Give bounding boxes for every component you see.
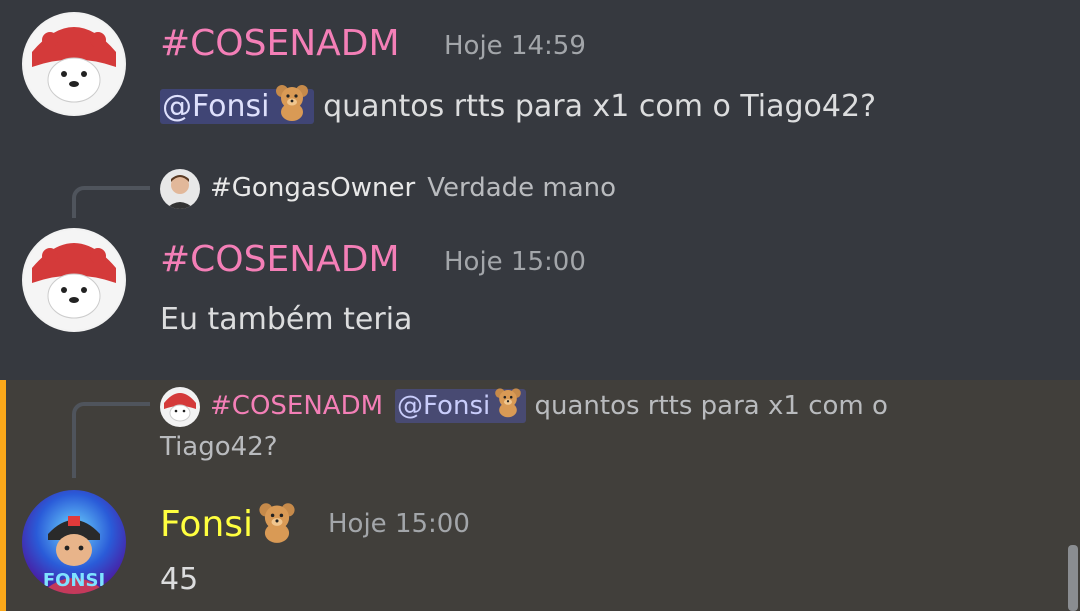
message-timestamp: Hoje 14:59 [444, 31, 586, 61]
user-mention[interactable]: @Fonsi [395, 386, 527, 423]
reply-text: quantos rtts para x1 com o [526, 391, 888, 421]
message-text: quantos rtts para x1 com o Tiago42? [313, 89, 877, 124]
message-author[interactable]: #COSENADM [160, 238, 400, 282]
mention-highlight-bar [0, 380, 6, 611]
avatar[interactable] [22, 12, 126, 116]
chat-messages: #COSENADM Hoje 14:59 @Fonsi quantos rtts… [0, 0, 1080, 611]
svg-text:FONSI: FONSI [43, 570, 105, 591]
reply-author[interactable]: #COSENADM [210, 391, 383, 421]
reply-author[interactable]: #GongasOwner [210, 173, 415, 203]
message-text: Eu também teria [160, 302, 413, 337]
scrollbar[interactable] [1068, 545, 1078, 611]
avatar[interactable]: FONSI [22, 490, 126, 594]
teddy-bear-icon [255, 500, 299, 544]
user-mention[interactable]: @Fonsi [160, 85, 314, 124]
reply-text: Verdade mano [427, 173, 617, 203]
message-timestamp: Hoje 15:00 [444, 247, 586, 277]
reply-reference[interactable]: #GongasOwner Verdade mano [160, 168, 616, 209]
message-author[interactable]: #COSENADM [160, 22, 400, 66]
reply-text: Tiago42? [160, 431, 278, 462]
message-timestamp: Hoje 15:00 [328, 509, 470, 539]
author-label: Fonsi [160, 504, 254, 545]
message-text: 45 [160, 562, 199, 597]
avatar [160, 168, 200, 209]
avatar [160, 386, 200, 427]
avatar[interactable] [22, 228, 126, 332]
teddy-bear-icon [492, 386, 524, 418]
message-author[interactable]: Fonsi [160, 500, 299, 547]
teddy-bear-icon [272, 82, 312, 122]
reply-reference[interactable]: #COSENADM @Fonsi quantos rtts para x1 com… [160, 386, 1040, 467]
mention-label: @Fonsi [397, 391, 491, 421]
reply-connector [72, 186, 150, 218]
reply-connector [72, 402, 150, 478]
message-content: @Fonsi quantos rtts para x1 com o Tiago4… [160, 82, 876, 129]
mention-label: @Fonsi [162, 89, 270, 124]
